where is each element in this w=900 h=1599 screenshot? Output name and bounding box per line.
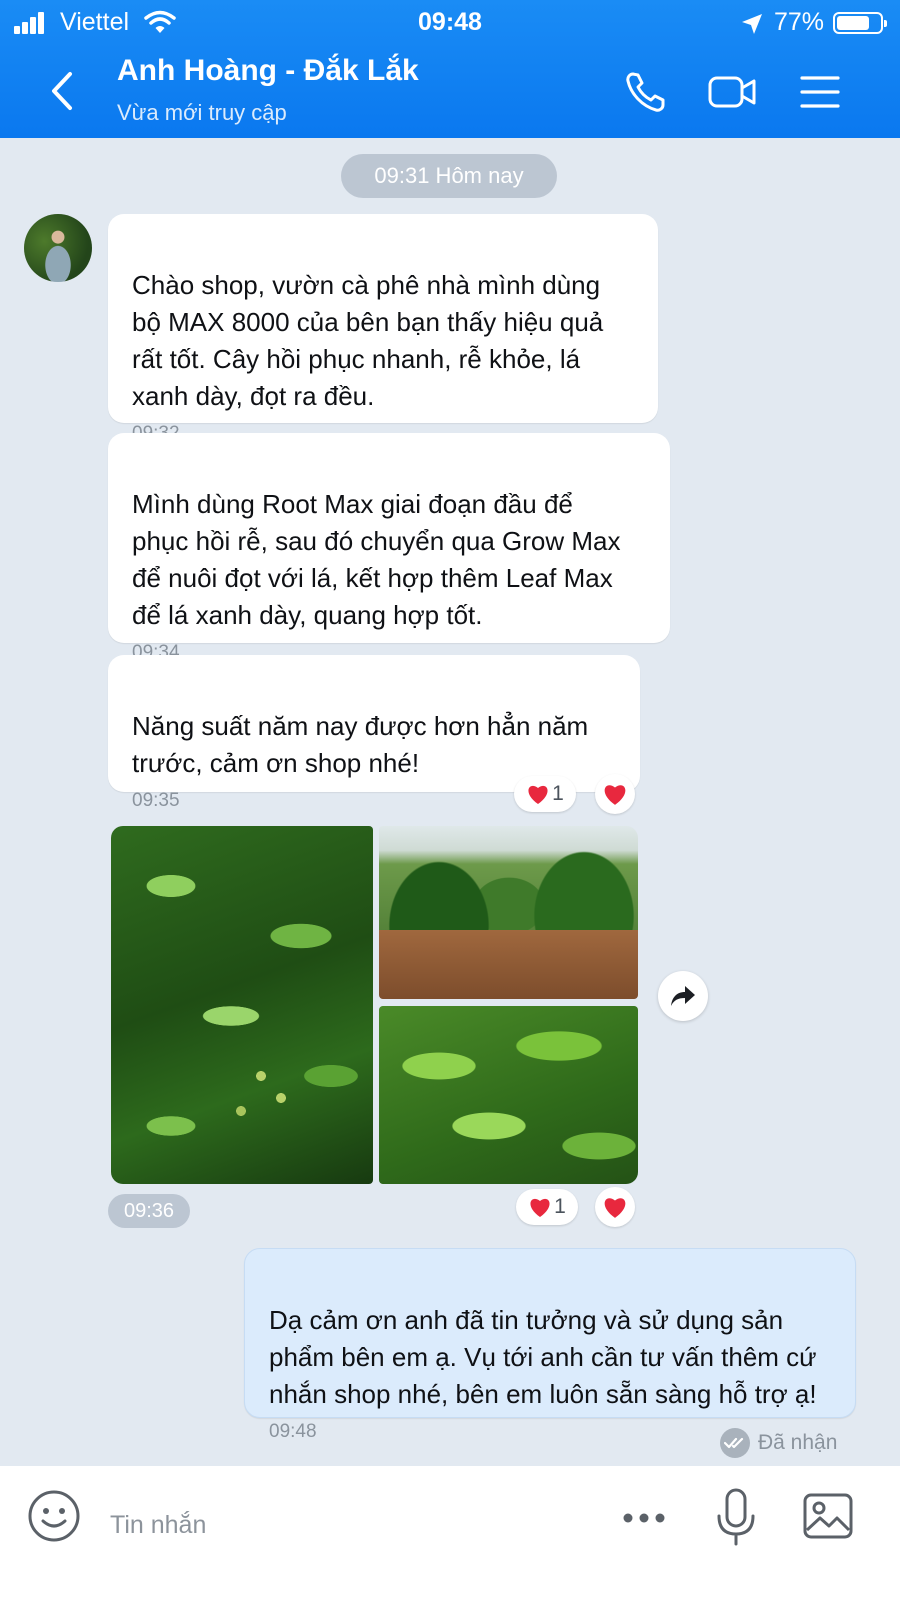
react-heart-button[interactable] [595, 774, 635, 814]
message-input[interactable] [108, 1504, 592, 1546]
emoji-button[interactable] [26, 1488, 82, 1544]
delivery-status-text: Đã nhận [758, 1431, 838, 1454]
reaction-count-badge[interactable]: 1 [514, 776, 576, 812]
message-text: Chào shop, vườn cà phê nhà mình dùng bộ … [132, 270, 604, 411]
reply-text: Dạ cảm ơn anh đã tin tưởng và sử dụng sả… [269, 1305, 817, 1409]
more-options-button[interactable] [620, 1504, 668, 1532]
heart-icon [604, 785, 626, 805]
message-text: Mình dùng Root Max giai đoạn đầu để phục… [132, 489, 621, 630]
reaction-count: 1 [554, 1195, 566, 1218]
photo-reaction-count-badge[interactable]: 1 [516, 1189, 578, 1225]
reaction-count: 1 [552, 782, 564, 805]
double-check-icon [720, 1428, 750, 1458]
location-arrow-icon [742, 14, 762, 34]
battery-percent: 77% [774, 8, 825, 36]
status-time: 09:48 [418, 8, 482, 36]
coffee-plant-photo-1[interactable] [111, 826, 373, 1184]
date-separator: 09:31 Hôm nay [341, 154, 557, 198]
back-button[interactable] [44, 66, 84, 116]
photo-message-time: 09:36 [108, 1194, 190, 1228]
message-bubble-1[interactable]: Chào shop, vườn cà phê nhà mình dùng bộ … [108, 214, 658, 444]
contact-status: Vừa mới truy cập [117, 100, 287, 125]
photo-react-heart-button[interactable] [595, 1187, 635, 1227]
contact-avatar[interactable] [24, 214, 92, 282]
microphone-button[interactable] [714, 1486, 758, 1550]
contact-name[interactable]: Anh Hoàng - Đắk Lắk [117, 54, 419, 88]
reply-bubble[interactable]: Dạ cảm ơn anh đã tin tưởng và sử dụng sả… [244, 1248, 856, 1442]
message-bubble-2[interactable]: Mình dùng Root Max giai đoạn đầu để phục… [108, 433, 670, 663]
message-input-bar [0, 1466, 900, 1599]
video-call-button[interactable] [706, 66, 758, 118]
share-arrow-icon [671, 986, 695, 1006]
battery-icon [833, 12, 887, 34]
heart-icon [530, 1198, 550, 1217]
coffee-plant-photo-3[interactable] [379, 1006, 638, 1184]
chat-header: Viettel 09:48 77% Anh Hoàng - Đắk Lắk Vừ… [0, 0, 900, 138]
menu-button[interactable] [794, 66, 846, 118]
voice-call-button[interactable] [620, 66, 672, 118]
status-bar: Viettel 09:48 77% [0, 0, 900, 46]
delivery-status: Đã nhận [720, 1428, 837, 1458]
heart-icon [528, 785, 548, 804]
message-bubble-3[interactable]: Năng suất năm nay được hơn hẳn năm trước… [108, 655, 640, 811]
message-text: Năng suất năm nay được hơn hẳn năm trước… [132, 711, 589, 778]
coffee-plant-photo-2[interactable] [379, 826, 638, 999]
image-gallery-button[interactable] [802, 1492, 854, 1540]
battery-level [837, 16, 869, 30]
heart-icon [604, 1198, 626, 1218]
share-button[interactable] [658, 971, 708, 1021]
